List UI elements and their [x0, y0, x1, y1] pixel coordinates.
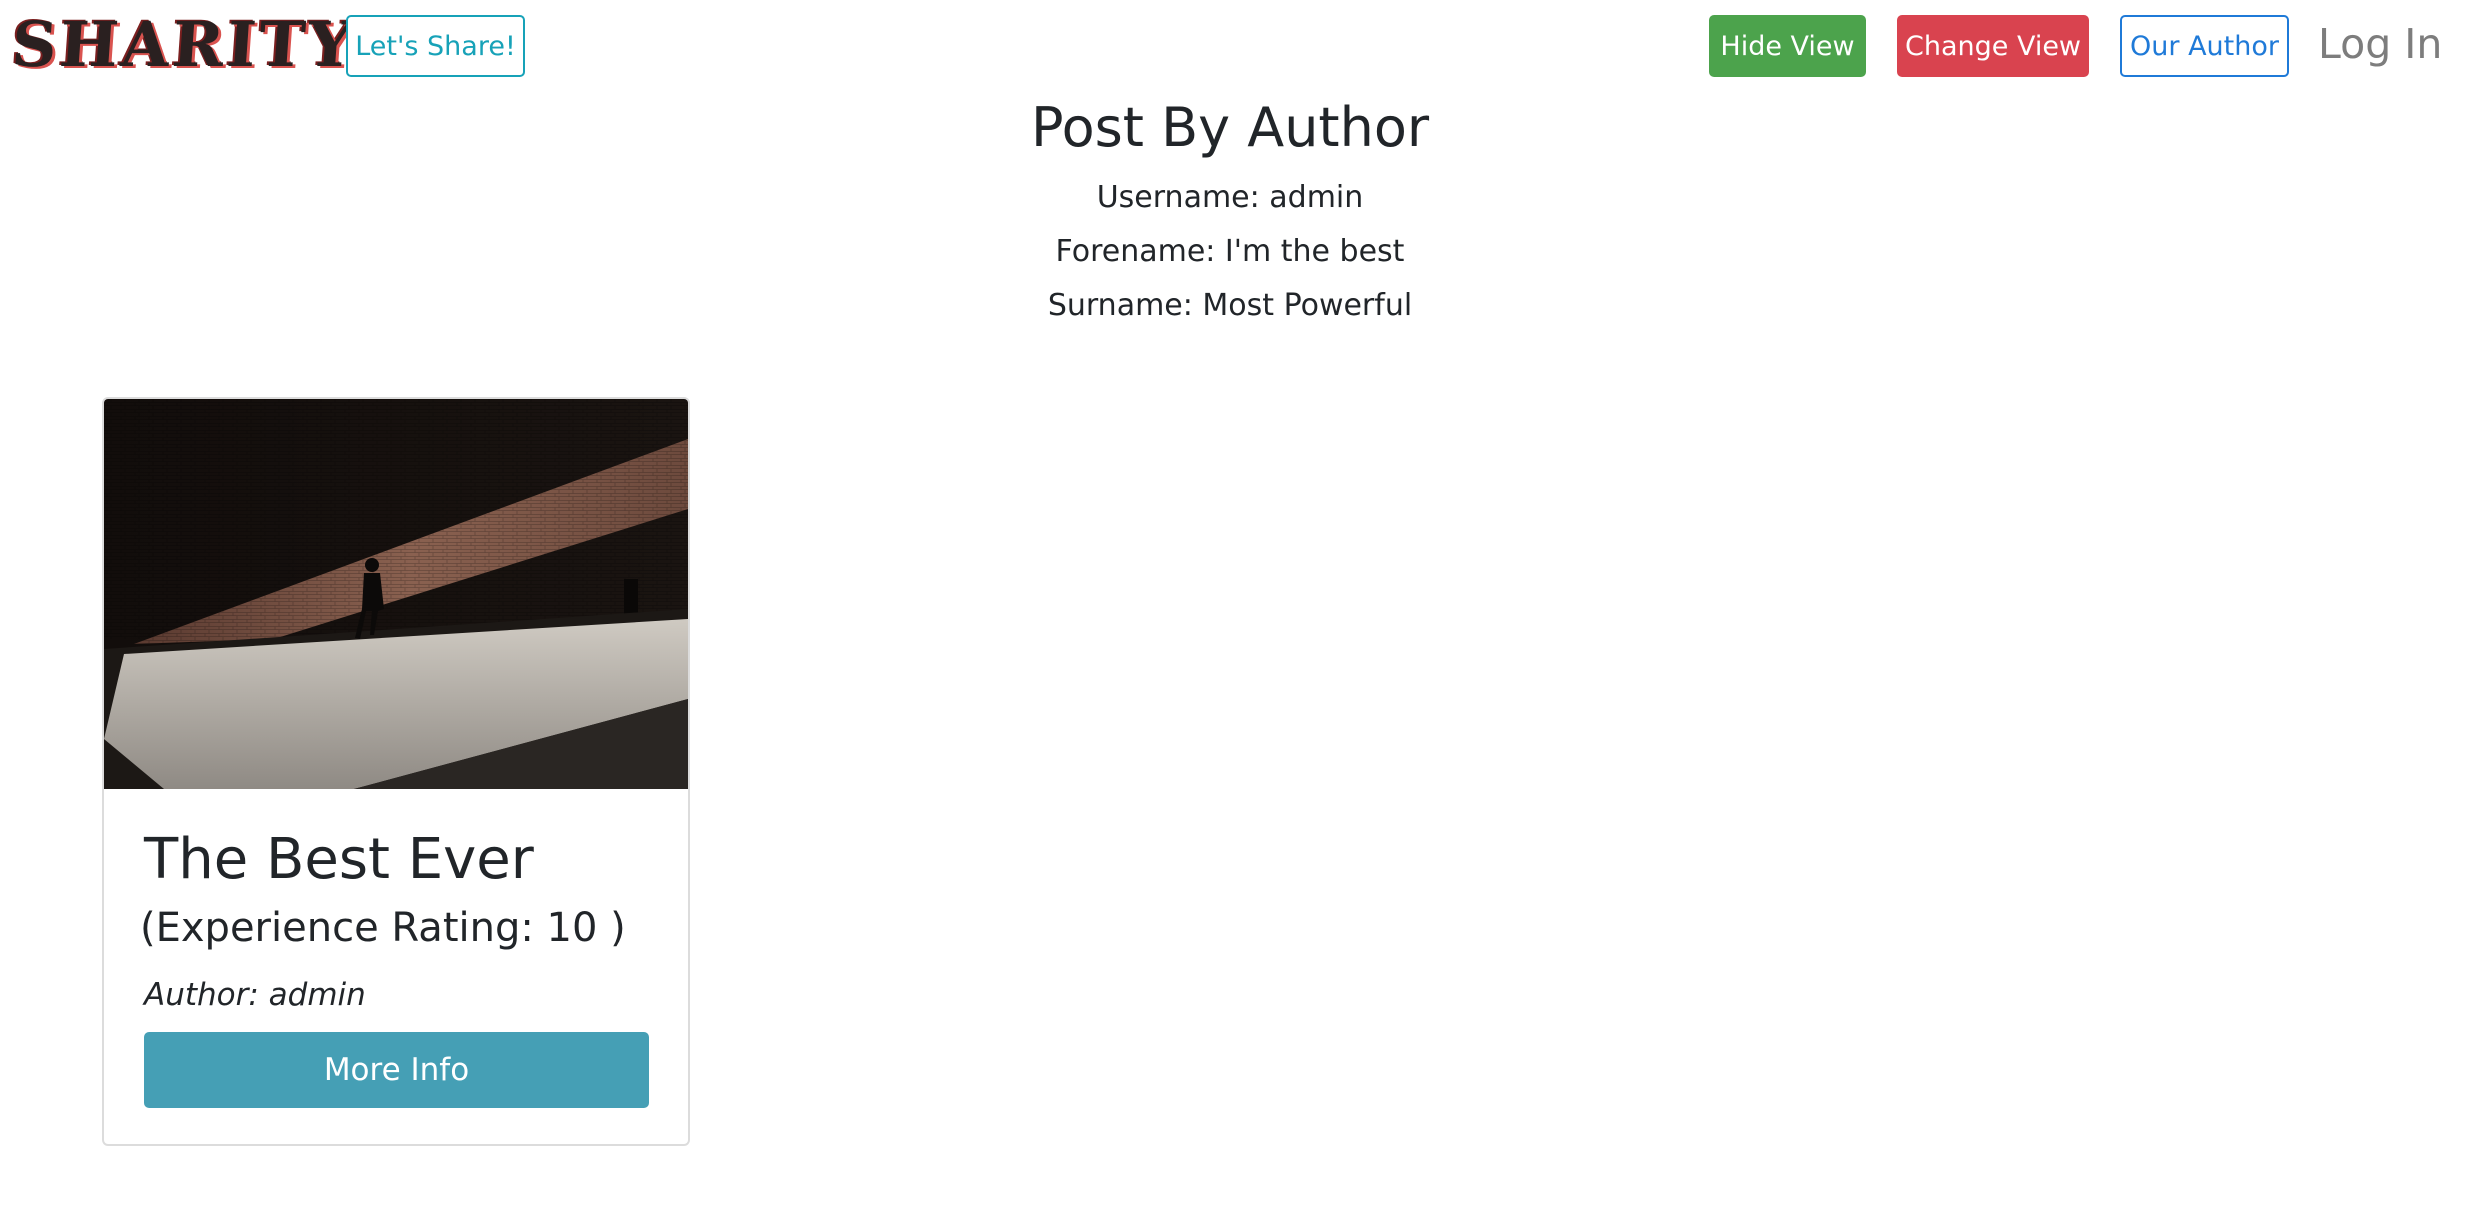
post-title: The Best Ever [144, 827, 534, 892]
page-title: Post By Author [1030, 96, 1430, 159]
lets-share-button[interactable]: Let's Share! [346, 15, 525, 77]
post-author: Author: admin [144, 977, 366, 1013]
author-surname: Surname: Most Powerful [1047, 288, 1413, 323]
post-image[interactable] [104, 399, 688, 789]
more-info-button[interactable]: More Info [144, 1032, 649, 1108]
post-rating: (Experience Rating: 10 ) [140, 905, 626, 951]
login-link[interactable]: Log In [2318, 14, 2442, 74]
post-card: The Best Ever (Experience Rating: 10 ) A… [102, 397, 690, 1146]
hide-view-button[interactable]: Hide View [1709, 15, 1866, 77]
page: SHARITY Let's Share! Hide View Change Vi… [0, 0, 2486, 1214]
our-author-button[interactable]: Our Author [2120, 15, 2289, 77]
author-username: Username: admin [1096, 180, 1364, 215]
brand-logo[interactable]: SHARITY [9, 8, 357, 81]
change-view-button[interactable]: Change View [1897, 15, 2089, 77]
author-forename: Forename: I'm the best [1055, 234, 1405, 269]
